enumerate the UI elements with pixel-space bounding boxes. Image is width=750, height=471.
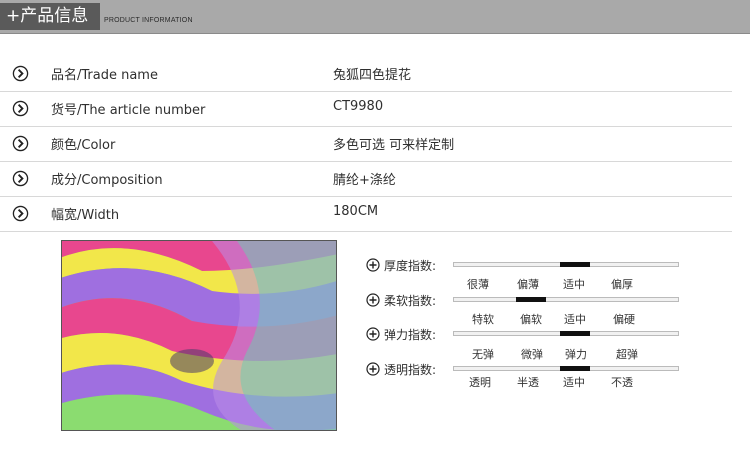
rating-option: 微弹	[521, 348, 543, 361]
spec-label: 幅宽/Width	[51, 208, 120, 223]
rating-name: 柔软指数:	[384, 294, 437, 308]
spec-row-trade-name: 品名/Trade name 兔狐四色提花	[0, 57, 732, 92]
rating-option: 无弹	[472, 348, 494, 361]
rating-softness: 柔软指数: 特软 偏软 适中 偏硬	[366, 293, 686, 327]
spec-table: 品名/Trade name 兔狐四色提花 货号/The article numb…	[0, 57, 732, 232]
spec-value: CT9980	[333, 99, 384, 114]
circle-arrow-right-icon	[12, 135, 29, 152]
rating-option: 特软	[472, 313, 494, 326]
section-subtitle: PRODUCT INFORMATION	[104, 17, 193, 24]
rating-elasticity: 弹力指数: 无弹 微弹 弹力 超弹	[366, 327, 686, 361]
rating-option: 弹力	[565, 348, 587, 361]
rating-marker	[516, 297, 546, 302]
rating-option: 偏厚	[611, 278, 633, 291]
spec-row-article-number: 货号/The article number CT9980	[0, 92, 732, 127]
section-header: +产品信息 PRODUCT INFORMATION	[0, 0, 750, 34]
circle-plus-icon	[366, 293, 380, 307]
spec-row-color: 颜色/Color 多色可选 可来样定制	[0, 127, 732, 162]
rating-option: 偏薄	[517, 278, 539, 291]
rating-option: 偏硬	[613, 313, 635, 326]
spec-label: 货号/The article number	[51, 103, 206, 118]
rating-option: 超弹	[616, 348, 638, 361]
rating-option: 很薄	[467, 278, 489, 291]
rating-marker	[560, 331, 590, 336]
circle-plus-icon	[366, 362, 380, 376]
circle-plus-icon	[366, 327, 380, 341]
rating-name: 厚度指数:	[384, 259, 437, 273]
rating-option: 适中	[563, 278, 585, 291]
spec-row-width: 幅宽/Width 180CM	[0, 197, 732, 232]
rating-track	[453, 331, 679, 336]
spec-label: 成分/Composition	[51, 173, 163, 188]
rating-track	[453, 366, 679, 371]
rating-transparency: 透明指数: 透明 半透 适中 不透	[366, 362, 686, 396]
fabric-image	[62, 241, 336, 430]
rating-track	[453, 262, 679, 267]
spec-label: 颜色/Color	[51, 138, 116, 153]
product-photo	[61, 240, 337, 431]
rating-option: 不透	[611, 376, 633, 389]
spec-label: 品名/Trade name	[51, 68, 158, 83]
spec-value: 180CM	[333, 204, 379, 219]
rating-name: 弹力指数:	[384, 328, 437, 342]
rating-option: 适中	[563, 376, 585, 389]
rating-name: 透明指数:	[384, 363, 437, 377]
rating-thickness: 厚度指数: 很薄 偏薄 适中 偏厚	[366, 258, 686, 292]
rating-track	[453, 297, 679, 302]
section-title: +产品信息	[0, 3, 100, 30]
spec-row-composition: 成分/Composition 腈纶+涤纶	[0, 162, 732, 197]
spec-value: 多色可选 可来样定制	[333, 138, 455, 153]
rating-option: 半透	[517, 376, 539, 389]
spec-value: 兔狐四色提花	[333, 68, 412, 83]
rating-option: 适中	[564, 313, 586, 326]
circle-arrow-right-icon	[12, 205, 29, 222]
circle-plus-icon	[366, 258, 380, 272]
rating-option: 透明	[469, 376, 491, 389]
circle-arrow-right-icon	[12, 170, 29, 187]
rating-marker	[560, 262, 590, 267]
rating-option: 偏软	[520, 313, 542, 326]
circle-arrow-right-icon	[12, 100, 29, 117]
circle-arrow-right-icon	[12, 65, 29, 82]
rating-marker	[560, 366, 590, 371]
spec-value: 腈纶+涤纶	[333, 173, 396, 188]
